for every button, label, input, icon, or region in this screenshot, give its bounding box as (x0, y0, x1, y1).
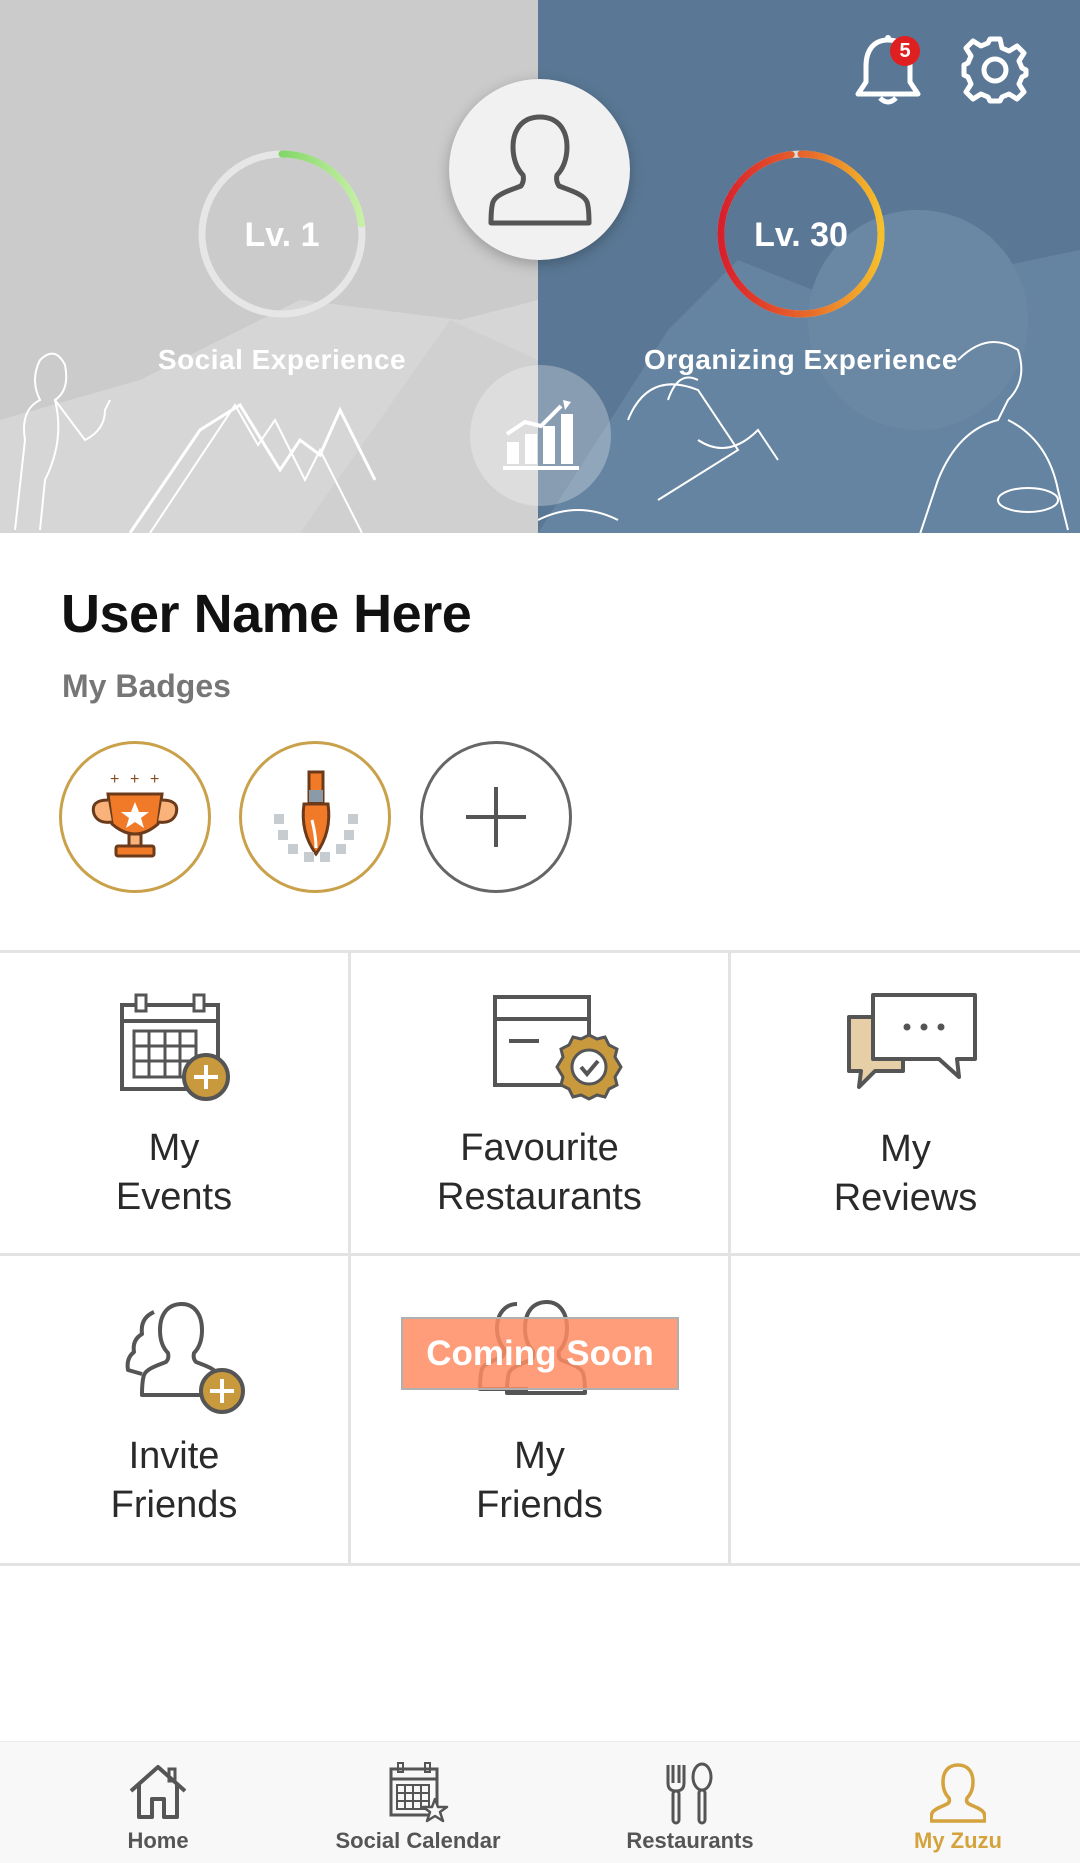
organizing-experience-label: Organizing Experience (644, 344, 958, 375)
my-reviews-label-line1: My (880, 1128, 931, 1170)
organizing-level: Lv. 30 (754, 216, 848, 254)
add-badge-button[interactable] (420, 741, 572, 893)
my-zuzu-screen: Lv. 1 Social Experience Lv. 30 Organizin… (0, 0, 1080, 1863)
trophy-badge[interactable]: + + + (59, 741, 211, 893)
profile-avatar-button[interactable] (449, 79, 630, 260)
home-icon (129, 1765, 187, 1819)
favourite-restaurants-label-line1: Favourite (460, 1127, 619, 1169)
my-events-label-line2: Events (115, 1176, 233, 1218)
svg-text:+: + (150, 771, 159, 788)
my-reviews-label-line2: Reviews (833, 1177, 978, 1219)
svg-text:+: + (110, 771, 119, 788)
paint-brush-icon (274, 770, 358, 862)
bottom-navigation: Home Social Calendar Restaurants My Zuzu (0, 1741, 1080, 1863)
favourite-restaurants-tile[interactable]: Favourite Restaurants (351, 953, 728, 1253)
my-friends-tile[interactable]: My Friends (351, 1256, 728, 1563)
invite-friend-icon (125, 1302, 245, 1414)
chat-bubbles-icon (847, 993, 977, 1089)
settings-gear-icon[interactable] (958, 33, 1032, 107)
grid-divider (0, 1563, 1080, 1566)
my-friends-label-line1: My (514, 1435, 565, 1477)
stats-button[interactable] (470, 365, 611, 506)
my-reviews-tile[interactable]: My Reviews (731, 953, 1080, 1253)
nav-social-calendar-label: Social Calendar (335, 1828, 501, 1853)
favourite-card-badge-icon (493, 995, 623, 1101)
nav-home-label: Home (127, 1828, 189, 1853)
favourite-restaurants-label-line2: Restaurants (437, 1176, 642, 1218)
svg-text:+: + (130, 771, 139, 788)
social-level: Lv. 1 (244, 216, 320, 254)
plus-icon (466, 787, 526, 847)
notification-count-badge: 5 (890, 36, 920, 66)
nav-my-zuzu-label: My Zuzu (914, 1828, 1002, 1853)
nav-restaurants-label: Restaurants (626, 1828, 754, 1853)
bar-chart-trend-icon (502, 399, 579, 470)
experience-header: Lv. 1 Social Experience Lv. 30 Organizin… (0, 0, 1080, 533)
user-name: User Name Here (61, 584, 472, 644)
social-panel: Lv. 1 Social Experience (0, 0, 538, 533)
calendar-plus-icon (120, 993, 230, 1101)
calendar-star-icon (389, 1762, 449, 1823)
nav-home[interactable]: Home (38, 1742, 278, 1863)
my-friends-label-line2: Friends (476, 1484, 603, 1526)
my-events-label-line1: My (148, 1127, 200, 1169)
nav-social-calendar[interactable]: Social Calendar (298, 1742, 538, 1863)
user-avatar-icon (488, 114, 591, 225)
invite-friends-label-line1: Invite (128, 1435, 220, 1477)
fork-spoon-icon (666, 1762, 713, 1825)
trophy-icon: + + + (91, 771, 179, 858)
badges-title: My Badges (62, 668, 231, 704)
coming-soon-overlay: Coming Soon (401, 1317, 679, 1390)
social-experience-label: Social Experience (157, 344, 407, 375)
brush-badge[interactable] (239, 741, 391, 893)
nav-restaurants[interactable]: Restaurants (570, 1742, 810, 1863)
person-icon (930, 1763, 986, 1823)
my-events-tile[interactable]: My Events (0, 953, 348, 1253)
invite-friends-label-line2: Friends (110, 1484, 238, 1526)
nav-my-zuzu[interactable]: My Zuzu (838, 1742, 1078, 1863)
invite-friends-tile[interactable]: Invite Friends (0, 1256, 348, 1563)
